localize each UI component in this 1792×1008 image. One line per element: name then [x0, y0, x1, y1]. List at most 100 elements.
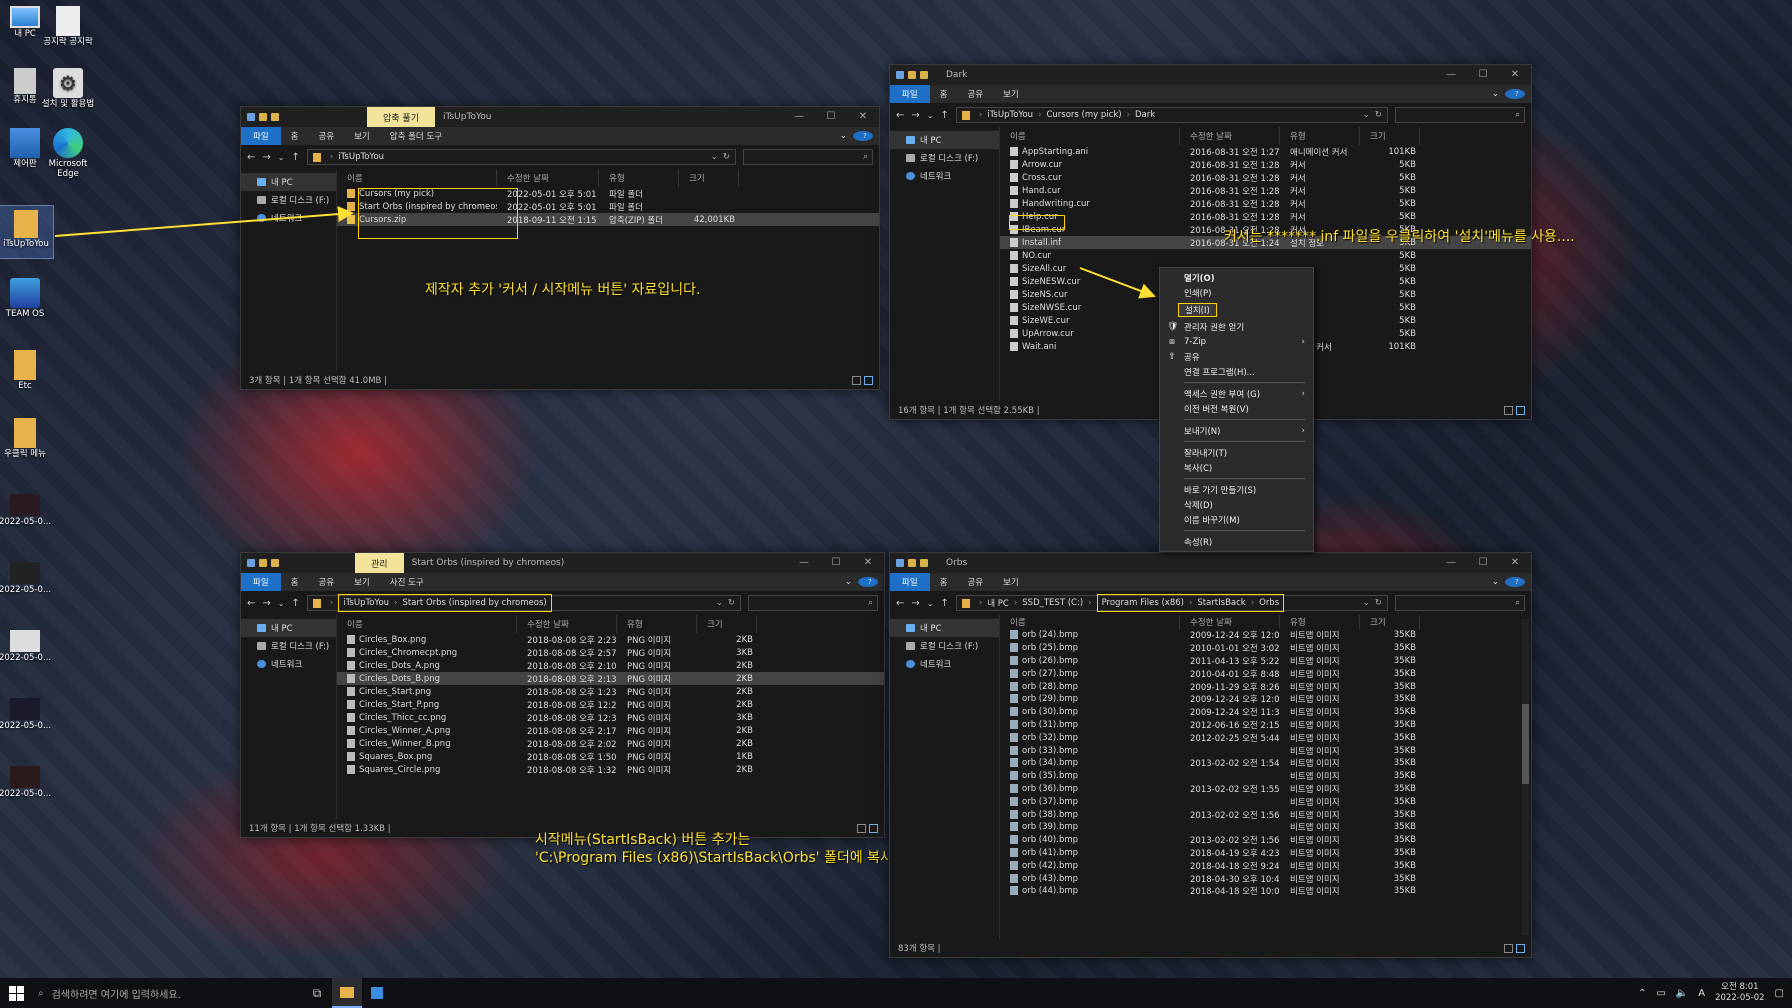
table-row[interactable]: Circles_Chromecpt.png 2018-08-08 오후 2:57 P… — [337, 646, 884, 659]
table-row[interactable]: Help.cur 2016-08-31 오전 1:28 커서 5KB — [1000, 210, 1531, 223]
desktop-icon-context-menu[interactable]: 우클릭 메뉴 — [0, 418, 53, 460]
title-bar[interactable]: 관리 Start Orbs (inspired by chromeos) — ☐ ✕ — [241, 553, 884, 573]
table-row[interactable]: Circles_Dots_B.png 2018-08-08 오후 2:13 PNG … — [337, 672, 884, 685]
ribbon-tab-file[interactable]: 파일 — [890, 573, 930, 591]
table-row[interactable]: orb (27).bmp 2010-04-01 오후 8:48 비트맵 이미지 35K… — [1000, 667, 1531, 680]
up-arrow-icon[interactable]: ↑ — [291, 152, 299, 163]
ribbon-tab-view[interactable]: 보기 — [344, 576, 380, 588]
desktop-icon-screenshot-3[interactable]: 2022-05-0... — [0, 630, 53, 664]
breadcrumb-orbs[interactable]: Orbs — [1259, 598, 1279, 608]
desktop-icon-screenshot-4[interactable]: 2022-05-0... — [0, 698, 53, 732]
title-bar[interactable]: Orbs — ☐ ✕ — [890, 553, 1531, 573]
menu-item[interactable]: 바로 가기 만들기(S) — [1160, 482, 1313, 497]
menu-item[interactable]: 연결 프로그램(H)... — [1160, 364, 1313, 379]
search-input[interactable]: ⌕ — [1395, 595, 1525, 611]
forward-arrow-icon[interactable]: → — [262, 152, 270, 163]
ribbon-tab-home[interactable]: 홈 — [281, 576, 309, 588]
table-row[interactable]: Circles_Dots_A.png 2018-08-08 오후 2:10 PNG … — [337, 659, 884, 672]
ribbon-tab-share[interactable]: 공유 — [957, 576, 993, 588]
chevron-down-icon[interactable]: ⌄ — [1363, 110, 1370, 120]
explorer-window-itsuptoyou[interactable]: 압축 풀기 iTsUpToYou — ☐ ✕ 파일 홈 공유 보기 압축 폴더 도구… — [240, 106, 880, 390]
tab-extract[interactable]: 압축 풀기 — [367, 107, 435, 127]
up-arrow-icon[interactable]: ↑ — [940, 110, 948, 121]
table-row[interactable]: orb (24).bmp 2009-12-24 오후 12:00 비트맵 이미지 35… — [1000, 629, 1531, 642]
search-input[interactable]: ⌕ — [1395, 107, 1525, 123]
desktop-icon-team-os[interactable]: TEAM OS — [0, 278, 53, 320]
nav-item-network[interactable]: 네트워크 — [890, 167, 999, 185]
table-row[interactable]: orb (39).bmp 비트맵 이미지 35KB — [1000, 821, 1531, 834]
ribbon-tab-share[interactable]: 공유 — [308, 576, 344, 588]
column-type[interactable]: 유형 — [1280, 127, 1360, 145]
notification-icon[interactable]: ▢ — [1775, 988, 1784, 999]
explorer-window-orbs[interactable]: Orbs — ☐ ✕ 파일 홈 공유 보기 ⌄? ← → ⌄ ↑ › 내 PC › S… — [889, 552, 1532, 958]
refresh-icon[interactable]: ↻ — [723, 152, 730, 162]
explorer-window-start-orbs[interactable]: 관리 Start Orbs (inspired by chromeos) — ☐ ✕… — [240, 552, 885, 838]
maximize-button[interactable]: ☐ — [1467, 553, 1499, 573]
breadcrumb-dark[interactable]: Dark — [1135, 110, 1155, 120]
task-view-icon[interactable]: ⧉ — [302, 978, 332, 1008]
help-icon[interactable]: ? — [1505, 89, 1525, 99]
chevron-down-icon[interactable]: ⌄ — [1492, 577, 1499, 587]
ribbon-tab-file[interactable]: 파일 — [890, 85, 930, 103]
nav-item-local-disk[interactable]: 로컬 디스크 (F:) — [241, 191, 336, 209]
desktop-icon-screenshot-2[interactable]: 2022-05-0... — [0, 562, 53, 596]
column-date[interactable]: 수정한 날짜 — [1180, 615, 1280, 629]
menu-item[interactable]: 속성(R) — [1160, 534, 1313, 549]
menu-item[interactable]: 이전 버전 복원(V) — [1160, 401, 1313, 416]
minimize-button[interactable]: — — [783, 107, 815, 127]
breadcrumb-my-pc[interactable]: 내 PC — [987, 597, 1009, 609]
table-row[interactable]: Handwriting.cur 2016-08-31 오전 1:28 커서 5KB — [1000, 197, 1531, 210]
table-row[interactable]: orb (40).bmp 2013-02-02 오전 1:56 비트맵 이미지 35K… — [1000, 834, 1531, 847]
table-row[interactable]: orb (38).bmp 2013-02-02 오전 1:56 비트맵 이미지 35K… — [1000, 808, 1531, 821]
column-name[interactable]: 이름 — [337, 615, 517, 633]
up-arrow-icon[interactable]: ↑ — [291, 598, 299, 609]
title-bar[interactable]: 압축 풀기 iTsUpToYou — ☐ ✕ — [241, 107, 879, 127]
table-row[interactable]: Cross.cur 2016-08-31 오전 1:28 커서 5KB — [1000, 171, 1531, 184]
menu-item[interactable]: 보내기(N) › — [1160, 423, 1313, 438]
ribbon-tab-compressed-tools[interactable]: 압축 폴더 도구 — [380, 130, 452, 142]
menu-item[interactable]: ⇪ 공유 — [1160, 349, 1313, 364]
column-name[interactable]: 이름 — [337, 169, 497, 187]
nav-item-my-pc[interactable]: 내 PC — [241, 619, 336, 637]
table-row[interactable]: Arrow.cur 2016-08-31 오전 1:28 커서 5KB — [1000, 158, 1531, 171]
breadcrumb-startisback[interactable]: StartIsBack — [1197, 598, 1245, 608]
column-type[interactable]: 유형 — [617, 615, 697, 633]
table-row[interactable]: orb (29).bmp 2009-12-24 오후 12:00 비트맵 이미지 35… — [1000, 693, 1531, 706]
ribbon-tab-view[interactable]: 보기 — [993, 576, 1029, 588]
column-type[interactable]: 유형 — [599, 169, 679, 187]
back-arrow-icon[interactable]: ← — [896, 598, 904, 609]
menu-item[interactable]: 인쇄(P) — [1160, 285, 1313, 300]
column-name[interactable]: 이름 — [1000, 127, 1180, 145]
table-row[interactable]: Squares_Box.png 2018-08-08 오후 1:50 PNG 이미지… — [337, 750, 884, 763]
recent-chevron-icon[interactable]: ⌄ — [278, 599, 285, 608]
column-size[interactable]: 크기 — [1360, 127, 1420, 145]
recent-chevron-icon[interactable]: ⌄ — [927, 599, 934, 608]
nav-item-local-disk[interactable]: 로컬 디스크 (F:) — [890, 637, 999, 655]
column-size[interactable]: 크기 — [679, 169, 739, 187]
address-bar[interactable]: › iTsUpToYou ⌄ ↻ — [306, 149, 736, 165]
chevron-up-icon[interactable]: ⌃ — [1638, 988, 1646, 999]
ribbon-tab-home[interactable]: 홈 — [930, 576, 958, 588]
menu-item[interactable]: 설치(I) — [1160, 302, 1313, 317]
ribbon-tab-file[interactable]: 파일 — [241, 127, 281, 145]
refresh-icon[interactable]: ↻ — [728, 598, 735, 608]
nav-item-my-pc[interactable]: 내 PC — [890, 131, 999, 149]
table-row[interactable]: orb (34).bmp 2013-02-02 오전 1:54 비트맵 이미지 35K… — [1000, 757, 1531, 770]
ribbon-tab-view[interactable]: 보기 — [993, 88, 1029, 100]
quick-access-toolbar[interactable] — [247, 113, 279, 121]
ribbon-tab-picture-tools[interactable]: 사진 도구 — [380, 576, 434, 588]
title-bar[interactable]: Dark — ☐ ✕ — [890, 65, 1531, 85]
breadcrumb-cursors[interactable]: Cursors (my pick) — [1046, 110, 1121, 120]
forward-arrow-icon[interactable]: → — [262, 598, 270, 609]
column-date[interactable]: 수정한 날짜 — [497, 169, 599, 187]
desktop-icon-notice[interactable]: 공지락 공지락 — [40, 6, 96, 48]
recent-chevron-icon[interactable]: ⌄ — [278, 153, 285, 162]
breadcrumb-start-orbs[interactable]: Start Orbs (inspired by chromeos) — [402, 598, 546, 608]
address-bar[interactable]: › iTsUpToYou › Cursors (my pick) › Dark ⌄ … — [955, 107, 1388, 123]
table-row[interactable]: NO.cur 5KB — [1000, 249, 1531, 262]
scrollbar[interactable] — [1522, 619, 1529, 935]
minimize-button[interactable]: — — [788, 553, 820, 573]
chevron-down-icon[interactable]: ⌄ — [716, 598, 723, 608]
chevron-down-icon[interactable]: ⌄ — [711, 152, 718, 162]
menu-item[interactable]: ⧈ 7-Zip › — [1160, 334, 1313, 349]
